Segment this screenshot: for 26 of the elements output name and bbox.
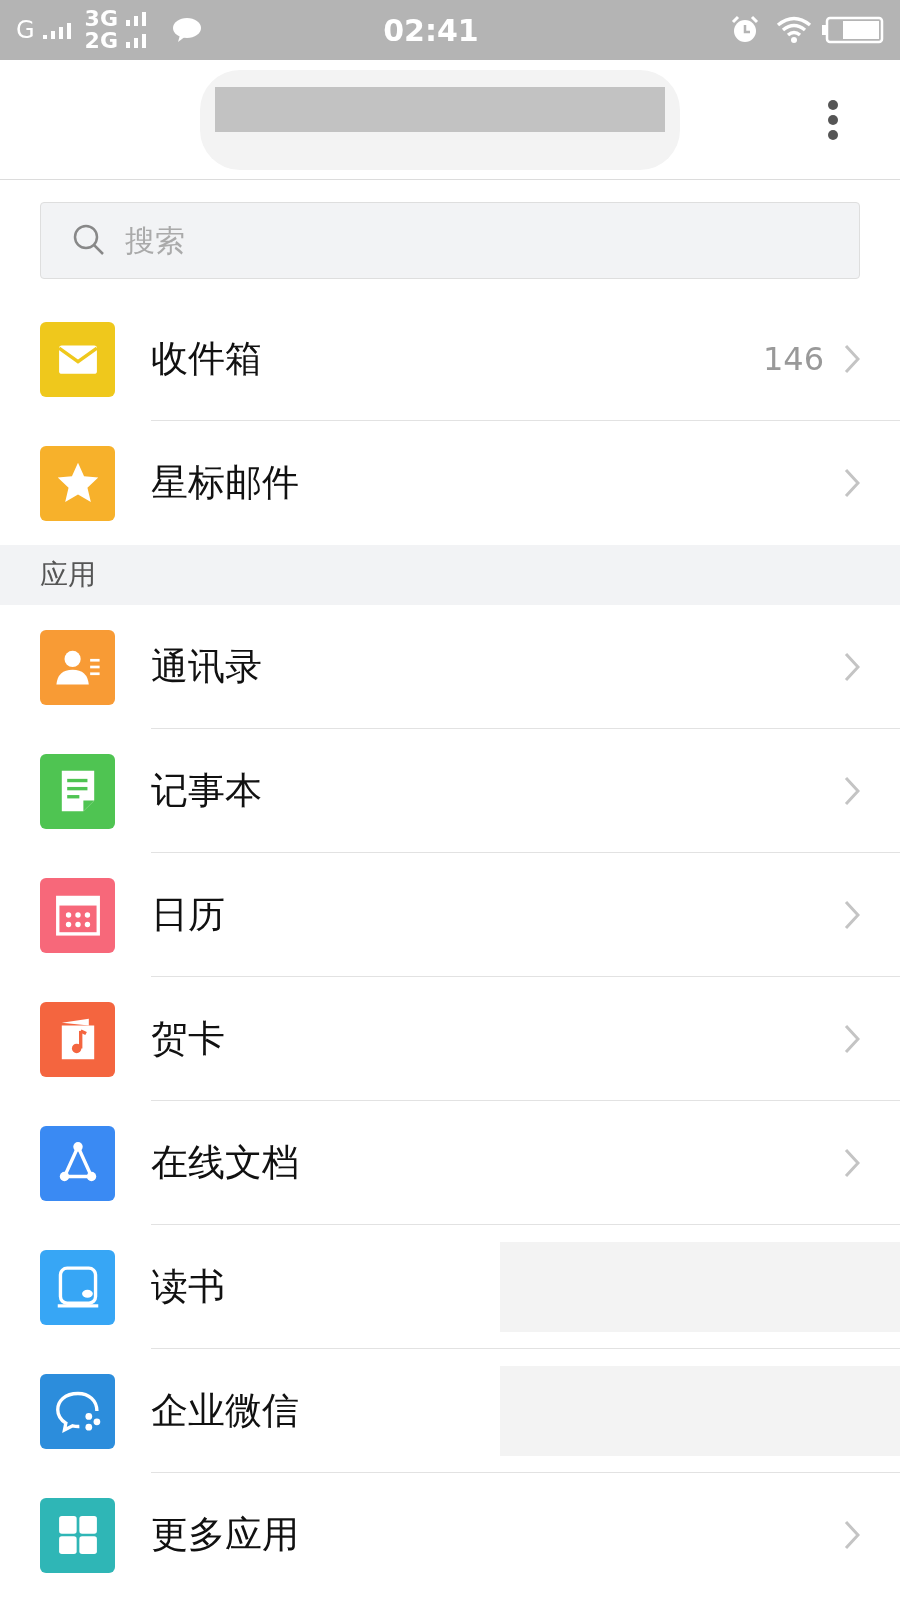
clock-time: 02:41 bbox=[383, 11, 479, 50]
search-icon bbox=[72, 223, 106, 257]
menu-item-label[interactable]: 在线文档 bbox=[151, 1134, 299, 1191]
signal-icon bbox=[126, 34, 148, 48]
menu-item-label[interactable]: 贺卡 bbox=[151, 1010, 225, 1067]
signal-icon bbox=[42, 21, 73, 39]
chat-bubble-icon bbox=[172, 17, 202, 43]
section-title: 应用 bbox=[40, 557, 96, 593]
menu-item-label[interactable]: 企业微信 bbox=[151, 1382, 299, 1439]
more-options-icon[interactable] bbox=[826, 98, 840, 141]
menu-item-label[interactable]: 星标邮件 bbox=[151, 455, 299, 511]
menu-item-label[interactable]: 读书 bbox=[151, 1258, 225, 1315]
menu-item-label[interactable]: 通讯录 bbox=[151, 638, 262, 695]
alarm-clock-icon bbox=[730, 15, 760, 45]
search-field[interactable]: 搜索 bbox=[40, 202, 860, 279]
wifi-icon bbox=[776, 16, 814, 44]
menu-item-label[interactable]: 收件箱 bbox=[151, 330, 262, 387]
signal-icon bbox=[126, 12, 148, 26]
network-label: G bbox=[16, 15, 35, 46]
network-label: 2G bbox=[84, 30, 118, 52]
menu-item-label[interactable]: 记事本 bbox=[151, 762, 262, 819]
menu-item-label[interactable]: 更多应用 bbox=[151, 1507, 299, 1563]
menu-item-label[interactable]: 日历 bbox=[151, 886, 225, 943]
item-count: 146 bbox=[762, 338, 824, 380]
battery-icon bbox=[822, 16, 884, 44]
network-label: 3G bbox=[84, 8, 118, 30]
